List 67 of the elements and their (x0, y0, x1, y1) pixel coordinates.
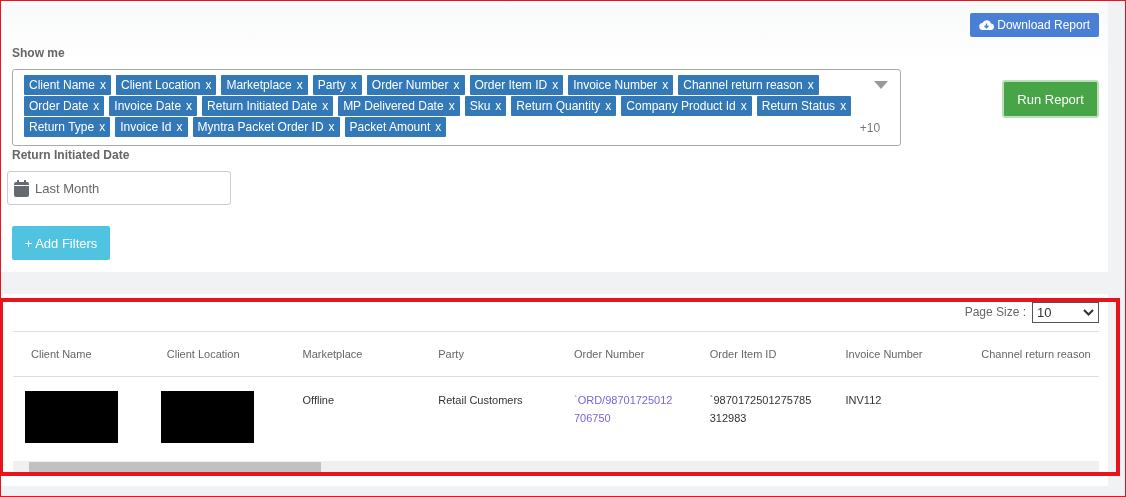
remove-tag-button[interactable]: x (296, 78, 303, 92)
tag-label: Order Date (29, 99, 89, 113)
remove-tag-button[interactable]: x (328, 120, 335, 134)
tag-label: Packet Amount (349, 120, 431, 134)
remove-tag-button[interactable]: x (322, 99, 329, 113)
remove-tag-button[interactable]: x (453, 78, 460, 92)
tag-label: Party (317, 78, 346, 92)
column-header: Client Location (148, 331, 285, 377)
tag-label: Order Number (371, 78, 449, 92)
tag-label: Invoice Id (120, 120, 172, 134)
date-range-field[interactable]: Last Month (7, 171, 231, 205)
tag-label: Return Initiated Date (207, 99, 318, 113)
remove-tag-button[interactable]: x (350, 78, 357, 92)
chevron-down-icon (1083, 308, 1094, 316)
remove-tag-button[interactable]: x (840, 99, 847, 113)
remove-tag-button[interactable]: x (99, 120, 106, 134)
tag-label: Myntra Packet Order ID (197, 120, 324, 134)
remove-tag-button[interactable]: x (186, 99, 193, 113)
remove-tag-button[interactable]: x (176, 120, 183, 134)
remove-tag-button[interactable]: x (807, 78, 814, 92)
tag-label: Marketplace (226, 78, 292, 92)
tag-label: Client Name (29, 78, 96, 92)
table-cell: INV112 (845, 394, 882, 406)
remove-tag-button[interactable]: x (740, 99, 747, 113)
cloud-download-icon (979, 19, 995, 31)
tag-label: Invoice Date (114, 99, 182, 113)
remove-tag-button[interactable]: x (605, 99, 612, 113)
scrollbar-thumb[interactable] (29, 461, 321, 474)
remove-tag-button[interactable]: x (205, 78, 212, 92)
table-cell: Retail Customers (438, 394, 523, 406)
tag-label: Order Item ID (474, 78, 548, 92)
remove-tag-button[interactable]: x (435, 120, 442, 134)
tag-label: Return Quantity (516, 99, 601, 113)
tag-label: Sku (469, 99, 491, 113)
dropdown-caret-icon[interactable] (874, 81, 889, 89)
column-header: Channel return reason (963, 331, 1099, 377)
remove-tag-button[interactable]: x (495, 99, 502, 113)
column-select-field[interactable] (12, 69, 902, 146)
tag-label: Company Product Id (626, 99, 736, 113)
calendar-icon (14, 179, 29, 197)
tag-label: Invoice Number (573, 78, 658, 92)
column-header: Order Number (556, 331, 692, 377)
column-header: Marketplace (284, 331, 421, 377)
remove-tag-button[interactable]: x (100, 78, 107, 92)
page-size-select[interactable]: 10 (1032, 301, 1099, 323)
column-header: Invoice Number (827, 331, 964, 377)
tag-label: Return Status (761, 99, 836, 113)
download-report-button[interactable]: Download Report (970, 13, 1099, 37)
remove-tag-button[interactable]: x (448, 99, 455, 113)
column-header: Client Name (13, 331, 149, 377)
tag-label: MP Delivered Date (343, 99, 444, 113)
remove-tag-button[interactable]: x (93, 99, 100, 113)
tag-label: Return Type (29, 120, 95, 134)
page-size-label: Page Size : (964, 305, 1026, 319)
order-link[interactable]: `ORD/98701725012 706750 (574, 391, 673, 427)
tag-label: Client Location (121, 78, 201, 92)
more-count: +10 (859, 121, 881, 135)
column-header: Party (420, 331, 556, 377)
column-header: Order Item ID (691, 331, 828, 377)
table-cell: Offline (302, 394, 335, 406)
show-me-label: Show me (12, 46, 66, 60)
remove-tag-button[interactable]: x (662, 78, 669, 92)
table-cell: `9870172501275785 312983 (709, 394, 812, 424)
remove-tag-button[interactable]: x (552, 78, 559, 92)
date-filter-label: Return Initiated Date (12, 148, 131, 162)
run-report-button[interactable]: Run Report (1002, 80, 1099, 118)
tag-label: Channel return reason (683, 78, 803, 92)
